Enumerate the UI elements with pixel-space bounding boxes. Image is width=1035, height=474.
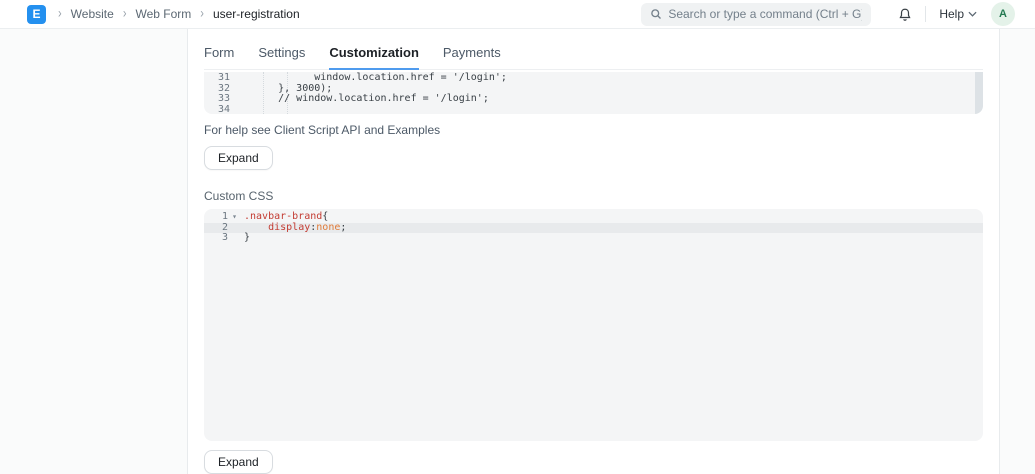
custom-css-label: Custom CSS xyxy=(204,189,274,203)
chevron-down-icon xyxy=(968,11,977,17)
css-indent xyxy=(244,222,268,233)
tab-bar: Form Settings Customization Payments xyxy=(204,29,983,70)
line-number: 31 xyxy=(217,72,230,83)
tab-form[interactable]: Form xyxy=(204,45,234,69)
code-line: 31 window.location.href = '/login'; xyxy=(204,72,983,84)
client-script-help-text: For help see Client Script API and Examp… xyxy=(204,123,441,137)
notifications-bell-icon[interactable] xyxy=(898,7,912,22)
code-line: 33 // window.location.href = '/login'; xyxy=(204,93,983,105)
editor-scrollbar[interactable] xyxy=(975,72,983,114)
css-semicolon-token: ; xyxy=(340,221,347,233)
expand-client-script-button[interactable]: Expand xyxy=(204,146,273,170)
line-number: 34 xyxy=(217,103,230,114)
css-property-token: display xyxy=(268,221,311,233)
tab-payments[interactable]: Payments xyxy=(443,45,501,69)
tab-customization[interactable]: Customization xyxy=(329,45,419,70)
line-number: 3 xyxy=(221,232,228,243)
chevron-right-icon: › xyxy=(122,5,127,21)
css-brace-token: } xyxy=(244,232,251,243)
client-script-editor[interactable]: 31 window.location.href = '/login'; 32 }… xyxy=(204,72,983,114)
app-logo[interactable]: E xyxy=(27,4,46,24)
code-line-active: 2 display:none; xyxy=(204,221,983,234)
code-line: 3 } xyxy=(204,232,983,244)
code-text: window.location.href = '/login'; xyxy=(242,72,507,83)
css-value-token: none xyxy=(316,221,341,233)
code-text: } xyxy=(241,232,251,244)
search-input[interactable] xyxy=(668,7,863,21)
top-navbar: E › Website › Web Form › user-registrati… xyxy=(0,0,1035,29)
css-selector-token: .navbar-brand xyxy=(244,211,323,222)
expand-custom-css-button[interactable]: Expand xyxy=(204,450,273,474)
code-text: // window.location.href = '/login'; xyxy=(242,93,489,104)
user-avatar[interactable]: A xyxy=(991,2,1015,26)
tab-settings[interactable]: Settings xyxy=(258,45,305,69)
line-number: 1 xyxy=(221,211,228,222)
navbar-divider xyxy=(925,6,927,22)
chevron-right-icon: › xyxy=(200,5,204,21)
fold-col-spacer xyxy=(228,223,241,234)
help-menu[interactable]: Help xyxy=(939,7,977,21)
css-brace-token: { xyxy=(322,211,329,222)
breadcrumb-item-web-form[interactable]: Web Form xyxy=(135,7,191,21)
code-line: 34 xyxy=(204,103,983,115)
breadcrumb-item-current: user-registration xyxy=(212,7,300,21)
search-icon xyxy=(650,8,662,20)
fold-caret-icon[interactable]: ▾ xyxy=(228,212,241,223)
webform-card: Form Settings Customization Payments 31 … xyxy=(187,29,1000,474)
code-text: display:none; xyxy=(241,221,347,234)
fold-col-spacer xyxy=(228,233,241,244)
global-search[interactable] xyxy=(641,2,872,26)
custom-css-editor[interactable]: 1 ▾ .navbar-brand{ 2 display:none; 3 } xyxy=(204,209,983,441)
line-number: 33 xyxy=(217,93,230,104)
breadcrumb: › Website › Web Form › user-registration xyxy=(58,5,300,22)
breadcrumb-item-website[interactable]: Website xyxy=(71,7,114,21)
help-label: Help xyxy=(939,7,964,21)
chevron-right-icon: › xyxy=(58,5,62,21)
